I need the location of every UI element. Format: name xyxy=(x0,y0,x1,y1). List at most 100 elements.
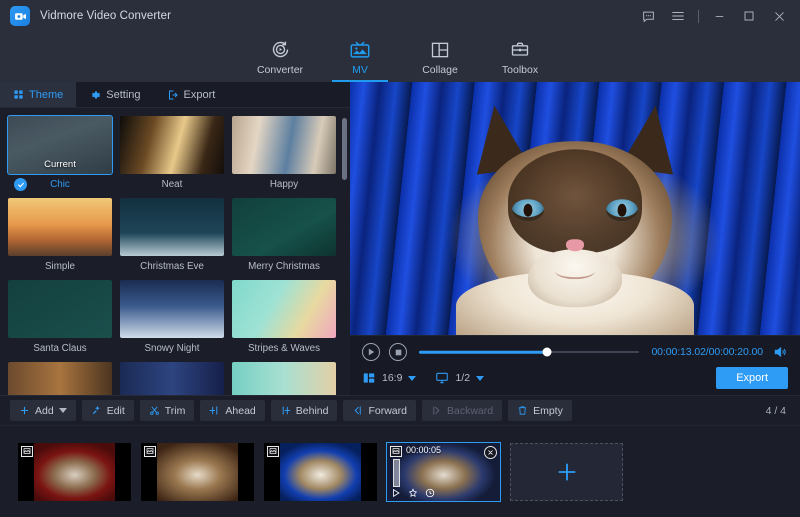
clip-remove-icon[interactable] xyxy=(484,446,497,459)
theme-row: Santa Claus Snowy Night St xyxy=(8,280,340,356)
theme-item-simple[interactable]: Simple xyxy=(8,198,112,274)
theme-item-snowy-night[interactable]: Snowy Night xyxy=(120,280,224,356)
theme-thumbnail xyxy=(120,280,224,338)
trim-label: Trim xyxy=(165,405,186,417)
letterbox-right xyxy=(361,443,377,501)
insert-behind-icon xyxy=(280,405,291,416)
theme-item-partial-1[interactable] xyxy=(8,362,112,395)
empty-label: Empty xyxy=(533,405,563,417)
minimize-icon[interactable] xyxy=(704,1,734,31)
export-button[interactable]: Export xyxy=(716,367,788,389)
check-icon xyxy=(14,178,27,191)
clip-volume-slider[interactable] xyxy=(393,459,400,487)
image-icon xyxy=(144,446,156,457)
theme-item-santa-claus[interactable]: Santa Claus xyxy=(8,280,112,356)
play-icon[interactable] xyxy=(391,488,401,498)
preview-panel: 00:00:13.02/00:00:20.00 xyxy=(350,82,800,395)
magic-wand-icon xyxy=(91,405,102,416)
maximize-icon[interactable] xyxy=(734,1,764,31)
seek-slider[interactable] xyxy=(419,345,639,359)
editing-toolbar: Add Edit Trim xyxy=(0,395,800,425)
seek-handle[interactable] xyxy=(542,348,551,357)
nav-item-toolbox[interactable]: Toolbox xyxy=(480,32,560,82)
theme-label: Stripes & Waves xyxy=(248,342,320,356)
tab-theme[interactable]: Theme xyxy=(0,82,76,107)
export-icon xyxy=(167,89,179,101)
tab-export[interactable]: Export xyxy=(154,82,229,107)
edit-button[interactable]: Edit xyxy=(82,400,134,421)
transport-row: 00:00:13.02/00:00:20.00 xyxy=(362,343,788,361)
backward-button[interactable]: Backward xyxy=(422,400,502,421)
volume-icon[interactable] xyxy=(772,345,788,359)
nav-item-converter[interactable]: Converter xyxy=(240,32,320,82)
aspect-ratio-selector[interactable]: 16:9 xyxy=(362,371,416,385)
theme-label: Neat xyxy=(162,178,183,192)
theme-thumbnail xyxy=(232,280,336,338)
current-theme-badge: Current xyxy=(8,159,112,170)
timeline-clip-1[interactable] xyxy=(18,443,131,501)
add-label: Add xyxy=(35,405,54,417)
clip-tools xyxy=(391,488,435,498)
theme-item-christmas-eve[interactable]: Christmas Eve xyxy=(120,198,224,274)
nav-item-collage[interactable]: Collage xyxy=(400,32,480,82)
theme-item-partial-2[interactable] xyxy=(120,362,224,395)
theme-row xyxy=(8,362,340,395)
close-icon[interactable] xyxy=(764,1,794,31)
screen-split-selector[interactable]: 1/2 xyxy=(435,371,484,385)
add-button[interactable]: Add xyxy=(10,400,76,421)
tab-setting[interactable]: Setting xyxy=(76,82,153,107)
theme-thumbnail xyxy=(232,198,336,256)
edit-label: Edit xyxy=(107,405,125,417)
ahead-label: Ahead xyxy=(225,405,255,417)
chevron-down-icon[interactable] xyxy=(408,376,416,381)
app-logo-icon xyxy=(10,6,30,26)
add-clip-button[interactable] xyxy=(510,443,623,501)
timeline-clip-2[interactable] xyxy=(141,443,254,501)
nav-label-collage: Collage xyxy=(422,64,458,76)
letterbox-right xyxy=(238,443,254,501)
theme-thumbnail xyxy=(8,198,112,256)
main-nav: Converter MV Collage xyxy=(0,32,800,82)
theme-panel: Theme Setting xyxy=(0,82,350,395)
theme-thumbnail xyxy=(232,116,336,174)
theme-grid[interactable]: Current Chic Neat xyxy=(0,108,350,395)
application-window: Vidmore Video Converter xyxy=(0,0,800,517)
theme-item-happy[interactable]: Happy xyxy=(232,116,336,192)
theme-item-merry-christmas[interactable]: Merry Christmas xyxy=(232,198,336,274)
theme-art xyxy=(120,116,224,174)
stop-icon[interactable] xyxy=(389,343,407,361)
aspect-ratio-icon xyxy=(362,371,376,385)
scissors-icon xyxy=(149,405,160,416)
tab-label-export: Export xyxy=(184,89,216,101)
insert-ahead-icon xyxy=(209,405,220,416)
theme-art xyxy=(232,362,336,395)
theme-item-neat[interactable]: Neat xyxy=(120,116,224,192)
forward-label: Forward xyxy=(368,405,407,417)
timeline-clip-4[interactable]: 00:00:05 xyxy=(387,443,500,501)
duration-icon[interactable] xyxy=(425,488,435,498)
theme-scrollbar[interactable] xyxy=(342,118,347,180)
ahead-button[interactable]: Ahead xyxy=(200,400,264,421)
behind-button[interactable]: Behind xyxy=(271,400,338,421)
menu-icon[interactable] xyxy=(663,1,693,31)
theme-item-partial-3[interactable] xyxy=(232,362,336,395)
forward-button[interactable]: Forward xyxy=(343,400,416,421)
timeline-clip-3[interactable] xyxy=(264,443,377,501)
image-icon xyxy=(390,446,402,457)
trim-button[interactable]: Trim xyxy=(140,400,195,421)
feedback-icon[interactable] xyxy=(633,1,663,31)
theme-item-stripes-waves[interactable]: Stripes & Waves xyxy=(232,280,336,356)
video-preview[interactable] xyxy=(350,82,800,335)
theme-item-chic-wrap: Current Chic xyxy=(8,116,112,192)
nav-item-mv[interactable]: MV xyxy=(320,32,400,82)
gear-icon xyxy=(89,89,101,101)
nav-label-converter: Converter xyxy=(257,64,303,76)
chevron-down-icon[interactable] xyxy=(59,408,67,413)
effect-icon[interactable] xyxy=(408,488,418,498)
theme-thumbnail xyxy=(8,362,112,395)
chevron-down-icon[interactable] xyxy=(476,376,484,381)
playback-controls: 00:00:13.02/00:00:20.00 xyxy=(350,335,800,395)
play-icon[interactable] xyxy=(362,343,380,361)
empty-button[interactable]: Empty xyxy=(508,400,572,421)
theme-art xyxy=(8,198,112,256)
